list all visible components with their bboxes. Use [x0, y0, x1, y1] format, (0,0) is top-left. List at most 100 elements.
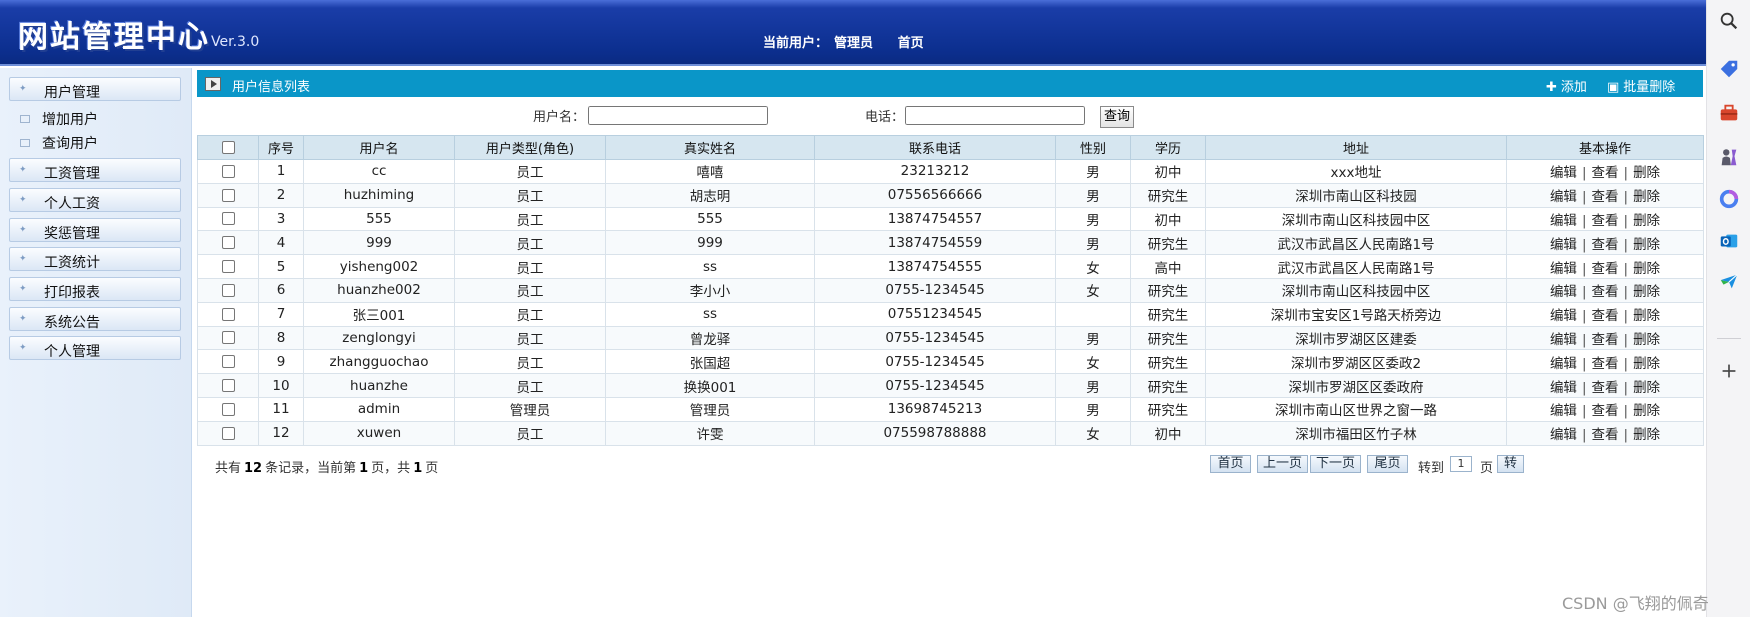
column-header: 用户类型(角色) [454, 135, 606, 160]
send-icon[interactable] [1707, 266, 1750, 296]
row-checkbox[interactable] [221, 283, 235, 297]
view-link[interactable]: 查看 [1592, 213, 1619, 229]
delete-link[interactable]: 删除 [1633, 189, 1660, 205]
select-all-checkbox[interactable] [221, 141, 235, 154]
view-link[interactable]: 查看 [1592, 427, 1619, 443]
sub-query-user[interactable]: 查询用户 [20, 133, 98, 153]
menu-reward-punish[interactable]: ✦ 奖惩管理 [9, 218, 181, 242]
separator: | [1581, 308, 1587, 325]
cell-no: 4 [258, 230, 304, 256]
row-checkbox[interactable] [221, 212, 235, 226]
view-link[interactable]: 查看 [1592, 403, 1619, 419]
delete-link[interactable]: 删除 [1633, 165, 1660, 181]
view-link[interactable]: 查看 [1592, 356, 1619, 372]
row-checkbox[interactable] [221, 402, 235, 416]
view-link[interactable]: 查看 [1592, 308, 1619, 324]
phone-input[interactable] [905, 106, 1085, 125]
row-checkbox[interactable] [221, 355, 235, 369]
edit-link[interactable]: 编辑 [1550, 284, 1577, 300]
cell-role: 员工 [454, 301, 606, 327]
delete-link[interactable]: 删除 [1633, 284, 1660, 300]
edit-link[interactable]: 编辑 [1550, 189, 1577, 205]
delete-link[interactable]: 删除 [1633, 237, 1660, 253]
cell-realname: 张国超 [605, 349, 815, 375]
menu-user-management[interactable]: ✦ 用户管理 [9, 77, 181, 101]
menu-salary-management[interactable]: ✦ 工资管理 [9, 158, 181, 182]
cell-username: zhangguochao [303, 349, 455, 375]
sub-add-user[interactable]: 增加用户 [20, 109, 98, 129]
delete-link[interactable]: 删除 [1633, 213, 1660, 229]
cell-gender: 女 [1055, 349, 1131, 375]
cell-username: zenglongyi [303, 325, 455, 351]
query-button[interactable]: 查询 [1100, 106, 1134, 128]
edit-link[interactable]: 编辑 [1550, 237, 1577, 253]
add-button[interactable]: ✚ 添加 [1546, 76, 1587, 95]
delete-link[interactable]: 删除 [1633, 308, 1660, 324]
goto-page-input[interactable]: 1 [1450, 456, 1472, 472]
view-link[interactable]: 查看 [1592, 332, 1619, 348]
column-header: 序号 [258, 135, 304, 160]
menu-personal-salary[interactable]: ✦ 个人工资 [9, 188, 181, 212]
column-header: 联系电话 [814, 135, 1056, 160]
first-page-button[interactable]: 首页 [1210, 455, 1251, 473]
cell-username: huanzhe002 [303, 277, 455, 303]
cell-edu: 初中 [1130, 159, 1206, 184]
go-button[interactable]: 转 [1497, 455, 1524, 473]
delete-link[interactable]: 删除 [1633, 403, 1660, 419]
username-input[interactable] [588, 106, 768, 125]
separator: | [1581, 284, 1587, 301]
view-link[interactable]: 查看 [1592, 284, 1619, 300]
edit-link[interactable]: 编辑 [1550, 261, 1577, 277]
menu-print-report[interactable]: ✦ 打印报表 [9, 277, 181, 301]
last-page-button[interactable]: 尾页 [1367, 455, 1408, 473]
row-checkbox[interactable] [221, 188, 235, 202]
tag-icon[interactable] [1707, 54, 1750, 84]
edit-link[interactable]: 编辑 [1550, 332, 1577, 348]
menu-announcement[interactable]: ✦ 系统公告 [9, 307, 181, 331]
edit-link[interactable]: 编辑 [1550, 403, 1577, 419]
copilot-icon[interactable] [1707, 184, 1750, 214]
row-checkbox[interactable] [221, 260, 235, 274]
row-checkbox[interactable] [221, 331, 235, 345]
plus-icon[interactable] [1707, 356, 1750, 386]
edit-link[interactable]: 编辑 [1550, 213, 1577, 229]
delete-link[interactable]: 删除 [1633, 261, 1660, 277]
bullet-icon: ✦ [19, 343, 27, 353]
delete-link[interactable]: 删除 [1633, 380, 1660, 396]
edit-link[interactable]: 编辑 [1550, 308, 1577, 324]
batch-delete-button[interactable]: ▣ 批量删除 [1607, 76, 1675, 95]
column-header: 用户名 [303, 135, 455, 160]
row-checkbox[interactable] [221, 236, 235, 250]
toolbox-icon[interactable] [1707, 98, 1750, 128]
edit-link[interactable]: 编辑 [1550, 165, 1577, 181]
row-checkbox[interactable] [221, 307, 235, 321]
row-checkbox[interactable] [221, 379, 235, 393]
edit-link[interactable]: 编辑 [1550, 380, 1577, 396]
row-select-cell [197, 159, 259, 184]
separator: | [1581, 427, 1587, 444]
menu-label: 工资管理 [44, 166, 100, 182]
delete-link[interactable]: 删除 [1633, 427, 1660, 443]
chess-icon[interactable] [1707, 142, 1750, 172]
row-checkbox[interactable] [221, 426, 235, 440]
view-link[interactable]: 查看 [1592, 189, 1619, 205]
prev-page-button[interactable]: 上一页 [1257, 455, 1308, 473]
edit-link[interactable]: 编辑 [1550, 356, 1577, 372]
delete-link[interactable]: 删除 [1633, 356, 1660, 372]
search-icon[interactable] [1707, 6, 1750, 36]
menu-salary-stats[interactable]: ✦ 工资统计 [9, 247, 181, 271]
menu-personal-management[interactable]: ✦ 个人管理 [9, 336, 181, 360]
home-link[interactable]: 首页 [898, 36, 924, 51]
view-link[interactable]: 查看 [1592, 380, 1619, 396]
view-link[interactable]: 查看 [1592, 261, 1619, 277]
cell-address: 武汉市武昌区人民南路1号 [1205, 230, 1507, 256]
edit-link[interactable]: 编辑 [1550, 427, 1577, 443]
delete-link[interactable]: 删除 [1633, 332, 1660, 348]
row-actions: 编辑 | 查看 | 删除 [1506, 277, 1704, 303]
sidebar-divider [1717, 338, 1741, 339]
next-page-button[interactable]: 下一页 [1310, 455, 1361, 473]
outlook-icon[interactable] [1707, 226, 1750, 256]
view-link[interactable]: 查看 [1592, 237, 1619, 253]
view-link[interactable]: 查看 [1592, 165, 1619, 181]
row-checkbox[interactable] [221, 164, 235, 178]
